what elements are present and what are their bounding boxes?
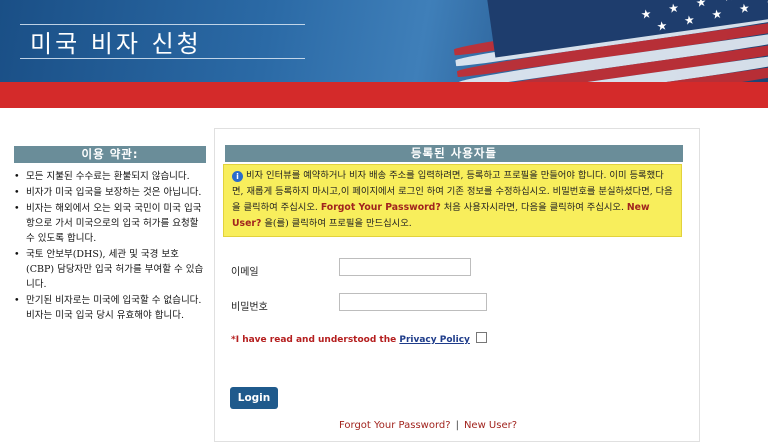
list-item: 모든 지불된 수수료는 환불되지 않습니다. <box>14 169 206 184</box>
page-title: 미국 비자 신청 <box>30 30 202 58</box>
terms-section: 이용 약관: 모든 지불된 수수료는 환불되지 않습니다. 비자가 미국 입국을… <box>14 146 206 324</box>
notice-forgot-password-link[interactable]: Forgot Your Password? <box>321 202 441 213</box>
info-icon: i <box>232 171 243 182</box>
email-field[interactable] <box>339 258 471 276</box>
privacy-text: *I have read and understood the <box>231 335 397 345</box>
list-item: 국토 안보부(DHS), 세관 및 국경 보호(CBP) 담당자만 입국 허가를… <box>14 247 206 292</box>
terms-heading: 이용 약관: <box>14 146 206 163</box>
privacy-checkbox[interactable] <box>476 332 488 343</box>
header-red-bar <box>0 82 768 108</box>
login-button[interactable]: Login <box>230 387 278 409</box>
list-item: 만기된 비자로는 미국에 입국할 수 없습니다. 비자는 미국 입국 당시 유효… <box>14 293 206 323</box>
bottom-links: Forgot Your Password? | New User? <box>339 420 517 431</box>
forgot-password-link[interactable]: Forgot Your Password? <box>339 420 451 431</box>
link-separator: | <box>455 420 459 431</box>
privacy-acknowledgement: *I have read and understood the Privacy … <box>231 332 488 345</box>
notice-text-3: 을(를) 클릭하여 프로필을 만드십시오. <box>264 218 412 229</box>
login-panel: 등록된 사용자들 i 비자 인터뷰를 예약하거나 비자 배송 주소를 입력하려면,… <box>214 128 700 442</box>
password-field[interactable] <box>339 293 487 311</box>
registered-users-heading: 등록된 사용자들 <box>225 145 683 162</box>
flag-graphic: ★ ★ ★ ★ ★ ★ ★ ★ ★ ★ ★ ★ <box>445 0 768 82</box>
list-item: 비자는 해외에서 오는 외국 국민이 미국 입국 항으로 가서 미국으로의 입국… <box>14 201 206 246</box>
header-banner: ★ ★ ★ ★ ★ ★ ★ ★ ★ ★ ★ ★ 미국 비자 신청 <box>0 0 768 82</box>
email-label: 이메일 <box>231 267 259 278</box>
terms-list: 모든 지불된 수수료는 환불되지 않습니다. 비자가 미국 입국을 보장하는 것… <box>14 169 206 323</box>
notice-text-2: 처음 사용자시라면, 다음을 클릭하여 주십시오. <box>443 202 624 213</box>
info-notice: i 비자 인터뷰를 예약하거나 비자 배송 주소를 입력하려면, 등록하고 프로필… <box>223 164 682 237</box>
password-label: 비밀번호 <box>231 302 268 313</box>
list-item: 비자가 미국 입국을 보장하는 것은 아닙니다. <box>14 185 206 200</box>
new-user-link[interactable]: New User? <box>464 420 517 431</box>
privacy-policy-link[interactable]: Privacy Policy <box>399 335 470 345</box>
